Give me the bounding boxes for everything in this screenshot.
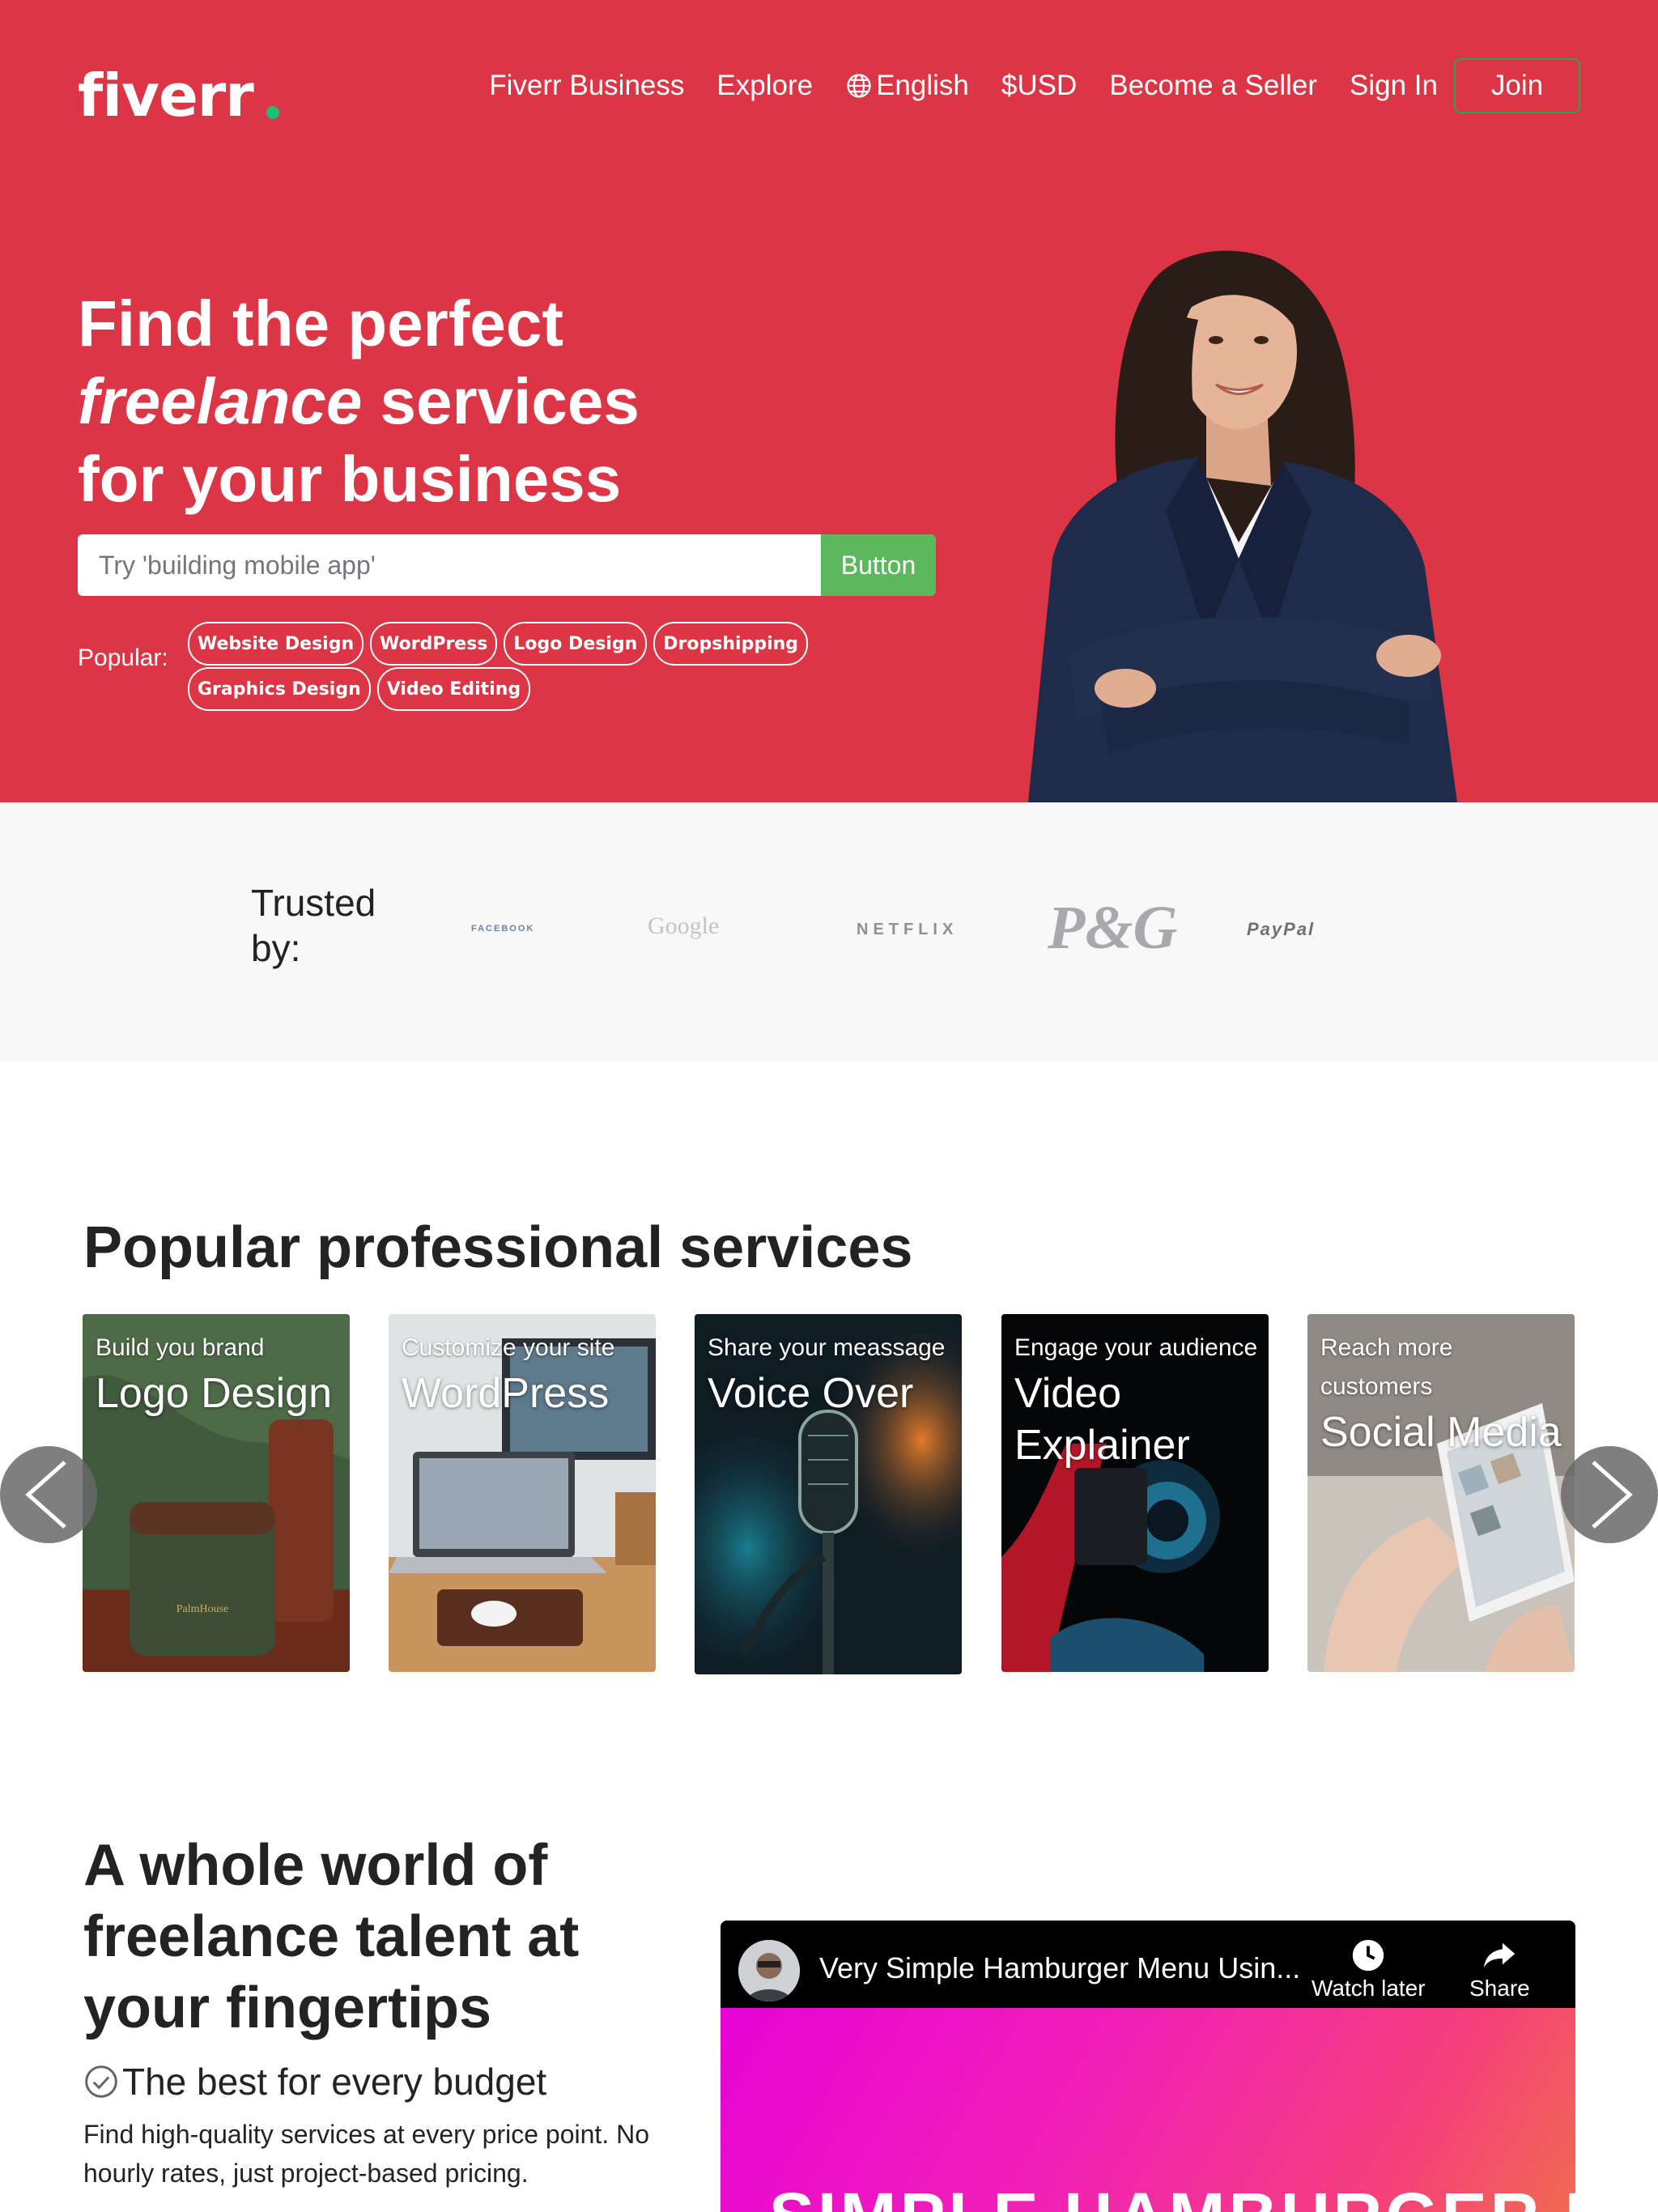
check-circle-icon bbox=[85, 2065, 117, 2098]
chip-logo-design[interactable]: Logo Design bbox=[504, 622, 648, 666]
chip-wordpress[interactable]: WordPress bbox=[370, 622, 498, 666]
chevron-left-icon bbox=[25, 1461, 66, 1529]
card-subtitle: Engage your audience Video Explainer bbox=[1014, 1329, 1264, 1471]
talent-title: A whole world of freelance talent at you… bbox=[83, 1833, 580, 2040]
paypal-logo: PayPal bbox=[1247, 919, 1316, 939]
chip-video-editing[interactable]: Video Editing bbox=[376, 667, 531, 711]
services-carousel: PalmHouse Build you brand Logo Design Cu… bbox=[0, 1314, 1658, 1674]
card-subtitle-text: Build you brand bbox=[96, 1334, 265, 1361]
nav-language-label: English bbox=[876, 70, 969, 101]
card-subtitle: Share your meassage Voice Over bbox=[708, 1329, 957, 1419]
popular-chips: Website Design WordPress Logo Design Dro… bbox=[188, 622, 819, 713]
facebook-logo: FACEBOOK bbox=[471, 924, 535, 934]
headline-line-3: for your business bbox=[78, 443, 622, 515]
avatar-image bbox=[738, 1940, 800, 2001]
card-subtitle-text: Reach more customers bbox=[1320, 1334, 1453, 1400]
card-subtitle: Build you brand Logo Design bbox=[96, 1329, 345, 1419]
video-thumbnail-text: SIMPLE HAMBURGER MENU bbox=[769, 2178, 1575, 2212]
search-button[interactable]: Button bbox=[821, 534, 936, 596]
hero-person-image bbox=[1028, 250, 1457, 802]
trusted-by-section: Trusted by: FACEBOOK Google NETFLIX P&G … bbox=[0, 802, 1658, 1061]
hero-headline: Find the perfect freelance services for … bbox=[78, 285, 806, 518]
share-button[interactable]: Share bbox=[1469, 1937, 1530, 2001]
card-subtitle-text: Share your meassage bbox=[708, 1334, 946, 1361]
hero-search: Button bbox=[78, 534, 936, 596]
headline-line-2: services bbox=[362, 365, 640, 437]
popular-label: Popular: bbox=[78, 644, 168, 671]
popular-services-title: Popular professional services bbox=[83, 1215, 913, 1280]
nav-explore[interactable]: Explore bbox=[716, 70, 813, 102]
card-title: Social Media bbox=[1320, 1409, 1562, 1456]
video-embed[interactable]: Very Simple Hamburger Menu Usin... Watch… bbox=[721, 1921, 1575, 2212]
card-subtitle: Customize your site WordPress bbox=[402, 1329, 651, 1419]
fiverr-logo[interactable]: fiverr bbox=[78, 63, 254, 128]
chip-graphics-design[interactable]: Graphics Design bbox=[188, 667, 371, 711]
chevron-right-icon bbox=[1592, 1461, 1633, 1529]
nav-fiverr-business[interactable]: Fiverr Business bbox=[489, 70, 684, 102]
card-title: Video Explainer bbox=[1014, 1370, 1190, 1469]
feature-description: Find high-quality services at every pric… bbox=[83, 2120, 649, 2188]
netflix-logo: NETFLIX bbox=[857, 921, 959, 938]
watch-later-label: Watch later bbox=[1312, 1976, 1426, 2001]
logo-dot bbox=[266, 106, 279, 119]
service-card-social-media[interactable]: Reach more customers Social Media bbox=[1307, 1314, 1575, 1672]
headline-line-1: Find the perfect bbox=[78, 287, 564, 359]
nav-become-seller[interactable]: Become a Seller bbox=[1109, 70, 1317, 102]
service-card-logo-design[interactable]: PalmHouse Build you brand Logo Design bbox=[83, 1314, 350, 1672]
service-card-wordpress[interactable]: Customize your site WordPress bbox=[389, 1314, 656, 1672]
chip-dropshipping[interactable]: Dropshipping bbox=[653, 622, 809, 666]
card-title: WordPress bbox=[402, 1370, 610, 1417]
share-icon bbox=[1484, 1942, 1516, 1968]
channel-avatar[interactable] bbox=[738, 1940, 800, 2001]
card-title: Logo Design bbox=[96, 1370, 332, 1417]
globe-icon bbox=[847, 74, 871, 98]
card-subtitle: Reach more customers Social Media bbox=[1320, 1329, 1570, 1458]
headline-emphasis: freelance bbox=[78, 365, 363, 437]
hero-section: fiverr Fiverr Business Explore English $… bbox=[0, 0, 1658, 802]
carousel-prev-button[interactable] bbox=[0, 1446, 97, 1543]
chip-website-design[interactable]: Website Design bbox=[188, 622, 364, 666]
nav-currency[interactable]: $USD bbox=[1001, 70, 1077, 102]
feature-title: The best for every budget bbox=[83, 2060, 546, 2104]
watch-later-button[interactable]: Watch later bbox=[1312, 1937, 1426, 2001]
trusted-by-label: Trusted by: bbox=[251, 882, 376, 969]
card-subtitle-text: Customize your site bbox=[402, 1334, 615, 1361]
carousel-next-button[interactable] bbox=[1561, 1446, 1658, 1543]
top-nav: Fiverr Business Explore English $USD Bec… bbox=[457, 58, 1580, 113]
search-input[interactable] bbox=[78, 534, 821, 596]
feature-title-text: The best for every budget bbox=[122, 2061, 547, 2103]
service-card-voice-over[interactable]: Share your meassage Voice Over bbox=[695, 1314, 962, 1674]
service-card-video-explainer[interactable]: Engage your audience Video Explainer bbox=[1001, 1314, 1269, 1672]
google-logo: Google bbox=[648, 912, 720, 939]
card-title: Voice Over bbox=[708, 1370, 914, 1417]
nav-sign-in[interactable]: Sign In bbox=[1350, 70, 1438, 102]
join-button[interactable]: Join bbox=[1454, 58, 1580, 113]
share-label: Share bbox=[1469, 1976, 1530, 2001]
nav-language[interactable]: English bbox=[845, 70, 969, 102]
video-title[interactable]: Very Simple Hamburger Menu Usin... bbox=[819, 1951, 1300, 1985]
clock-icon bbox=[1353, 1939, 1384, 1972]
svg-text:PalmHouse: PalmHouse bbox=[176, 1603, 229, 1615]
video-title-bar: Very Simple Hamburger Menu Usin... Watch… bbox=[721, 1921, 1575, 2008]
card-subtitle-text: Engage your audience bbox=[1014, 1334, 1258, 1361]
pg-logo: P&G bbox=[1048, 894, 1178, 962]
